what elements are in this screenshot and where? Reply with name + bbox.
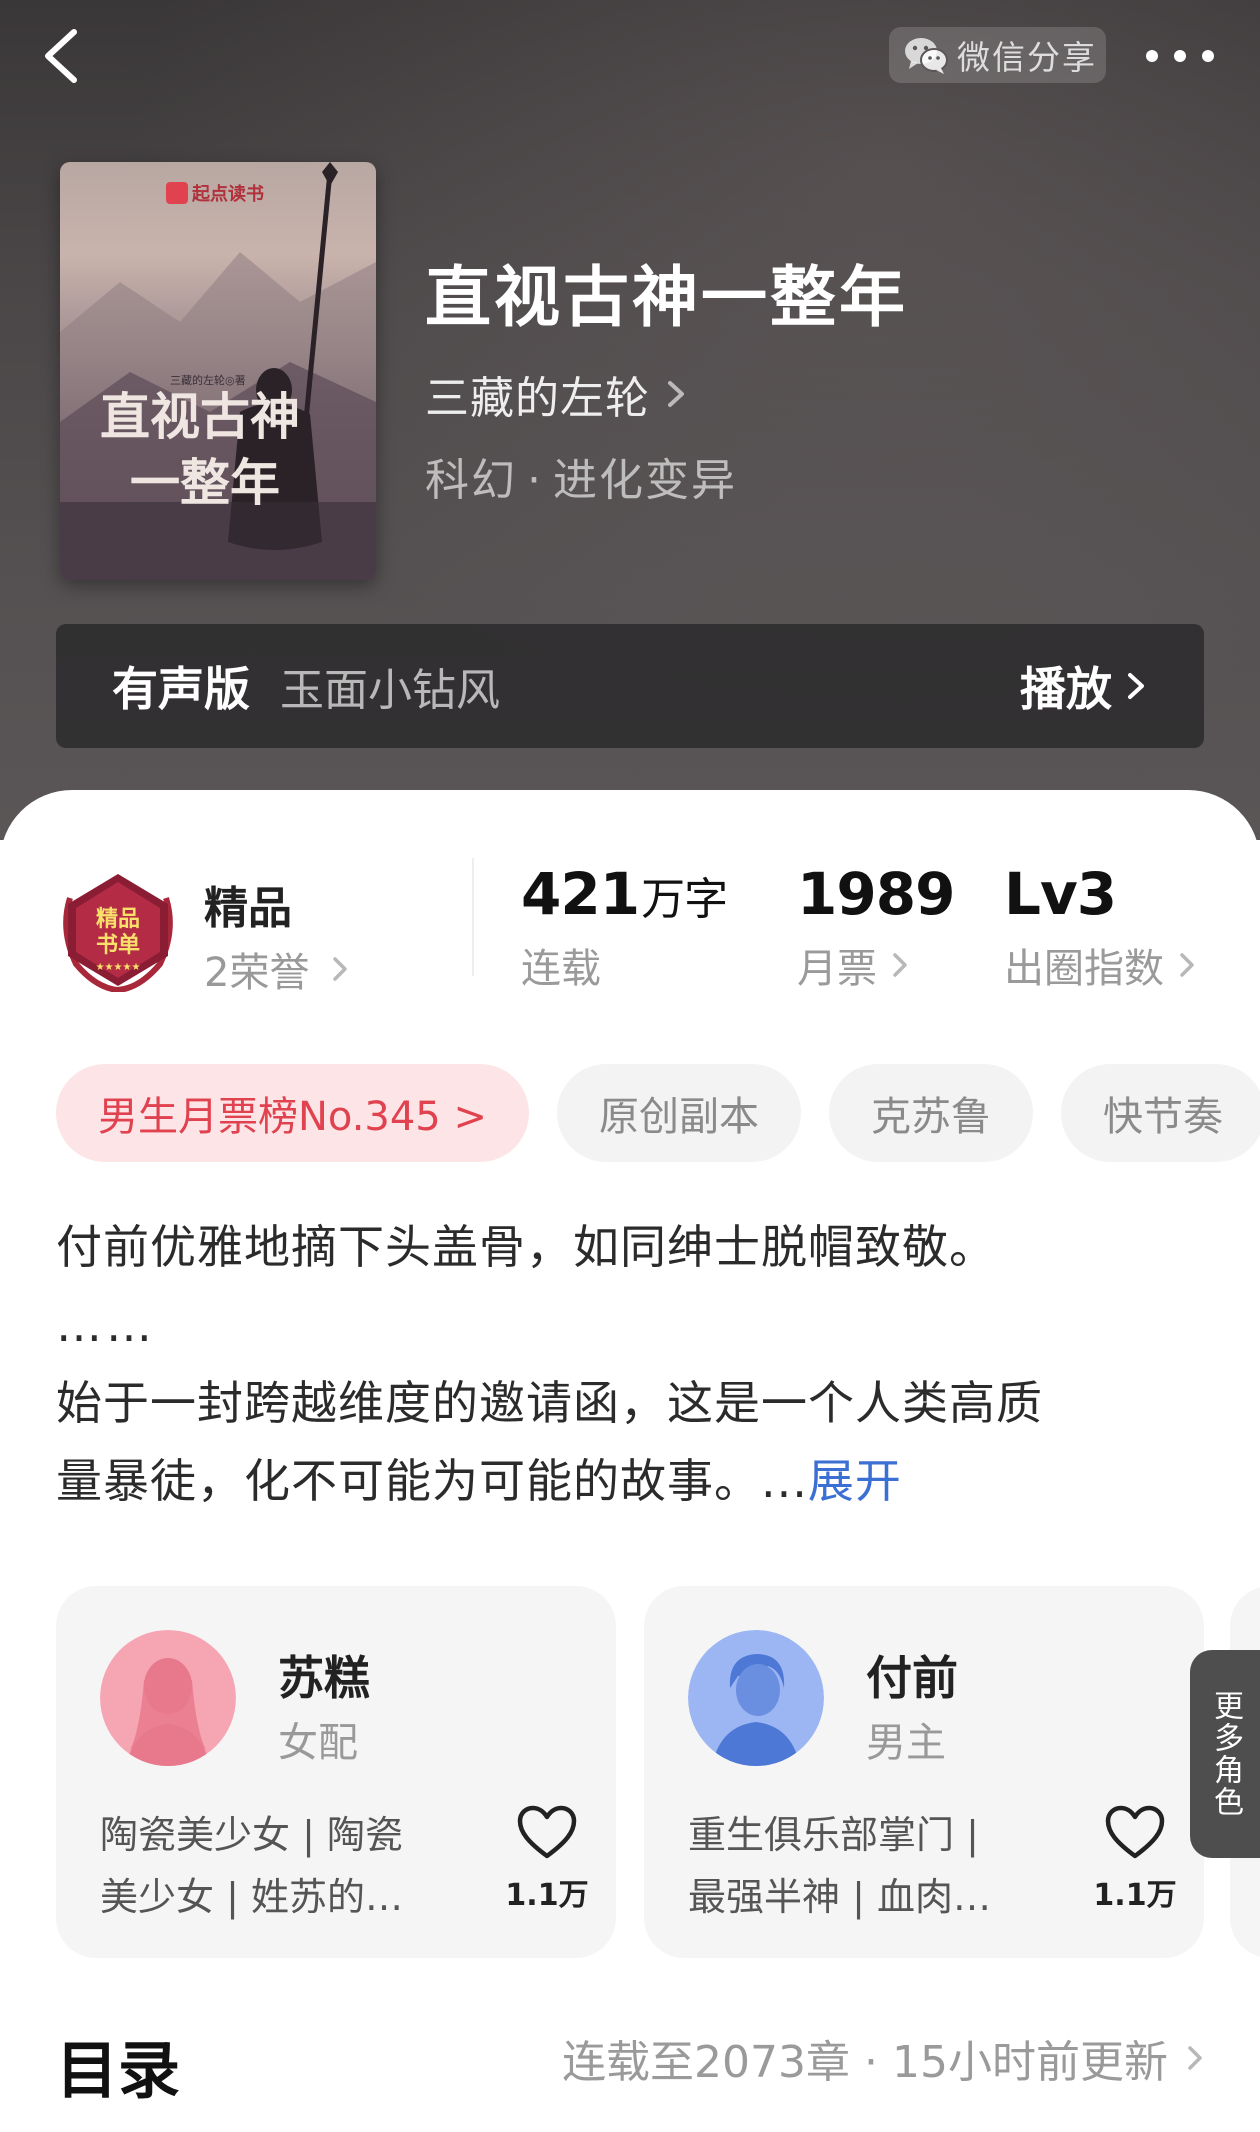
- avatar: [688, 1630, 824, 1766]
- wechat-share-label: 微信分享: [957, 38, 1097, 77]
- chevron-right-icon: [668, 381, 684, 407]
- character-description-line: 重生俱乐部掌门 |: [688, 1813, 979, 1857]
- book-cover[interactable]: 起点读书 三藏的左轮◎著 直视古神 一整年: [60, 162, 376, 580]
- play-label: 播放: [1020, 662, 1112, 716]
- genre-row: 科幻 · 进化变异: [425, 455, 737, 506]
- more-dots-icon: [1146, 50, 1214, 62]
- more-characters-label: 更多角色: [1208, 1690, 1243, 1818]
- cover-author-credit: 三藏的左轮◎著: [170, 373, 246, 387]
- svg-text:★★★★★: ★★★★★: [96, 962, 141, 973]
- tag-original-instance[interactable]: 原创副本: [556, 1064, 801, 1162]
- more-characters-button[interactable]: 更多角色: [1190, 1650, 1260, 1858]
- synopsis: 付前优雅地摘下头盖骨，如同绅士脱帽致敬。 …… 始于一封跨越维度的邀请函，这是一…: [56, 1208, 1206, 1520]
- monthly-ticket-value: 1989: [797, 860, 955, 928]
- audiobook-bar[interactable]: 有声版 玉面小钻风 播放: [56, 624, 1204, 748]
- monthly-ticket-label: 月票: [797, 946, 877, 992]
- character-description-line: 美少女 | 姓苏的…: [100, 1875, 403, 1919]
- popularity-index-stat[interactable]: Lv3 出圈指数: [1004, 860, 1196, 994]
- chevron-right-icon: [1180, 953, 1194, 977]
- category[interactable]: 科幻: [425, 455, 517, 506]
- honor-title: 精品: [204, 883, 292, 934]
- character-description: 重生俱乐部掌门 | 最强半神 | 血肉…: [688, 1804, 1048, 1928]
- character-card[interactable]: 苏糕 女配 陶瓷美少女 | 陶瓷 美少女 | 姓苏的… 1.1万: [56, 1586, 616, 1958]
- chevron-right-icon: [1128, 673, 1144, 699]
- more-button[interactable]: [1140, 36, 1220, 76]
- word-count-stat: 421万字 连载: [521, 860, 728, 994]
- synopsis-line: 始于一封跨越维度的邀请函，这是一个人类高质: [56, 1376, 1043, 1430]
- toc-status: 连载至2073章 · 15小时前更新: [562, 2037, 1168, 2088]
- audiobook-narrator: 玉面小钻风: [280, 665, 500, 716]
- tag-fast-paced[interactable]: 快节奏: [1060, 1064, 1260, 1162]
- audiobook-label: 有声版: [112, 662, 250, 716]
- monthly-ticket-stat[interactable]: 1989 月票: [797, 860, 955, 994]
- cover-art: 起点读书 三藏的左轮◎著 直视古神 一整年: [60, 162, 376, 580]
- heart-icon: [1105, 1805, 1165, 1859]
- author-name: 三藏的左轮: [425, 373, 650, 424]
- toc-link[interactable]: 连载至2073章 · 15小时前更新: [562, 2026, 1204, 2090]
- chevron-right-icon: [333, 957, 348, 981]
- cover-title-line2: 一整年: [130, 453, 280, 512]
- expand-link[interactable]: 展开: [808, 1454, 902, 1508]
- character-description: 陶瓷美少女 | 陶瓷 美少女 | 姓苏的…: [100, 1804, 460, 1928]
- like-button[interactable]: 1.1万: [502, 1804, 592, 1914]
- character-name: 付前: [866, 1651, 958, 1705]
- back-button[interactable]: [34, 24, 94, 88]
- synopsis-line: 付前优雅地摘下头盖骨，如同绅士脱帽致敬。: [56, 1220, 996, 1274]
- toc-title: 目录: [56, 2034, 181, 2107]
- character-role: 女配: [278, 1720, 358, 1766]
- heart-icon: [517, 1805, 577, 1859]
- chevron-right-icon: [893, 953, 907, 977]
- character-card[interactable]: 付前 男主 重生俱乐部掌门 | 最强半神 | 血肉… 1.1万: [644, 1586, 1204, 1958]
- rank-tag[interactable]: 男生月票榜No.345 >: [56, 1064, 529, 1162]
- wechat-share-button[interactable]: 微信分享: [889, 27, 1106, 83]
- popularity-index-value: Lv3: [1004, 860, 1117, 928]
- like-button[interactable]: 1.1万: [1090, 1804, 1180, 1914]
- stats-divider: [472, 858, 474, 976]
- word-count-value: 421: [521, 860, 640, 928]
- cover-title-line1: 直视古神: [100, 387, 300, 446]
- synopsis-line: 量暴徒，化不可能为可能的故事。...: [56, 1454, 808, 1508]
- like-count: 1.1万: [505, 1878, 589, 1913]
- svg-text:书单: 书单: [96, 932, 140, 958]
- character-role: 男主: [866, 1720, 946, 1766]
- subcategory[interactable]: 进化变异: [553, 455, 737, 506]
- cover-brand: 起点读书: [191, 183, 264, 205]
- serial-status: 连载: [521, 946, 601, 992]
- popularity-index-label: 出圈指数: [1004, 946, 1164, 992]
- character-description-line: 最强半神 | 血肉…: [688, 1875, 991, 1919]
- quality-badge-icon[interactable]: 精品 书单 ★★★★★: [56, 868, 180, 992]
- chevron-right-icon: [1188, 2046, 1202, 2070]
- book-header: 微信分享 起点读书 三藏的左轮◎著 直视古神 一整年 直视古神一整年 三藏的左轮: [0, 0, 1260, 840]
- honor-link[interactable]: 2荣誉: [204, 940, 349, 998]
- book-title: 直视古神一整年: [425, 258, 908, 336]
- play-button[interactable]: 播放: [1020, 624, 1148, 748]
- tag-row: 男生月票榜No.345 > 原创副本 克苏鲁 快节奏: [56, 1064, 1260, 1162]
- author-link[interactable]: 三藏的左轮: [425, 362, 688, 426]
- svg-text:精品: 精品: [96, 906, 140, 932]
- chevron-left-icon: [45, 29, 77, 83]
- word-count-unit: 万字: [641, 874, 728, 925]
- character-name: 苏糕: [278, 1651, 370, 1705]
- like-count: 1.1万: [1093, 1878, 1177, 1913]
- honor-count: 2荣誉: [204, 950, 310, 996]
- synopsis-line: ……: [56, 1298, 156, 1352]
- wechat-icon: [905, 38, 948, 74]
- character-description-line: 陶瓷美少女 | 陶瓷: [100, 1813, 403, 1857]
- tag-cthulhu[interactable]: 克苏鲁: [828, 1064, 1033, 1162]
- avatar: [100, 1630, 236, 1766]
